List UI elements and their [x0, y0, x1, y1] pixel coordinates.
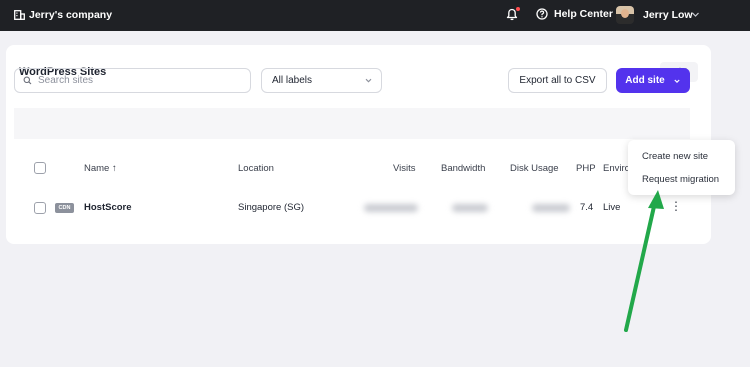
annotation-arrow: [624, 190, 664, 332]
